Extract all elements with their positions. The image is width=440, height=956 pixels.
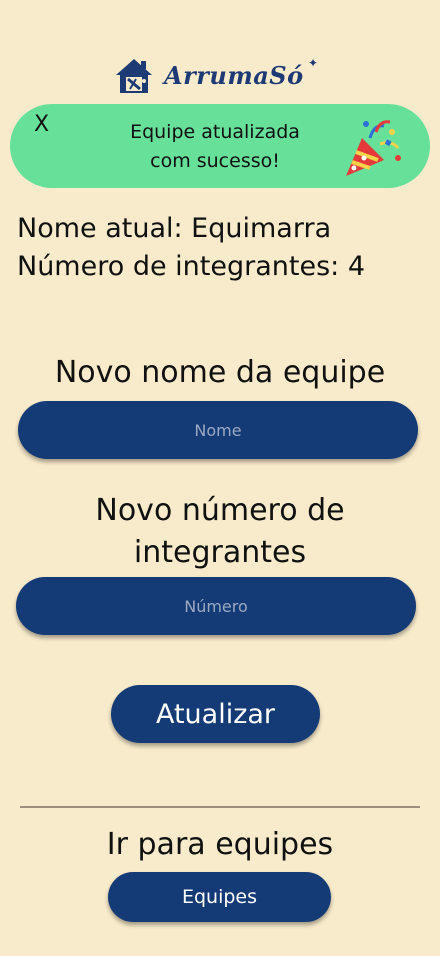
members-number-input[interactable] — [16, 577, 416, 635]
sparkle-icon: ✦ — [307, 56, 318, 70]
toast-message: Equipe atualizada com sucesso! — [100, 118, 330, 176]
logo-text: ArrumaSó — [164, 60, 304, 90]
new-members-label-line1: Novo número de — [95, 493, 345, 528]
house-cleaning-icon — [116, 59, 152, 93]
divider — [20, 806, 420, 808]
new-name-label: Novo nome da equipe — [54, 355, 386, 390]
new-members-label: Novo número de integrantes — [0, 490, 440, 574]
team-name-input[interactable] — [18, 401, 418, 459]
teams-button[interactable]: Equipes — [108, 872, 331, 922]
toast-message-line1: Equipe atualizada — [130, 121, 300, 143]
go-to-teams-heading: Ir para equipes — [106, 827, 334, 862]
update-button[interactable]: Atualizar — [111, 685, 320, 743]
party-popper-icon — [346, 120, 401, 176]
current-members-text: Número de integrantes: 4 — [17, 251, 365, 282]
toast-message-line2: com sucesso! — [150, 150, 280, 172]
current-team-info: Nome atual: Equimarra Número de integran… — [17, 210, 365, 286]
current-name-text: Nome atual: Equimarra — [17, 213, 332, 244]
success-toast: X Equipe atualizada com sucesso! — [10, 104, 430, 188]
app-logo: ArrumaSó ✦ — [112, 52, 322, 98]
toast-close-button[interactable]: X — [34, 112, 49, 137]
new-members-label-line2: integrantes — [133, 535, 307, 570]
